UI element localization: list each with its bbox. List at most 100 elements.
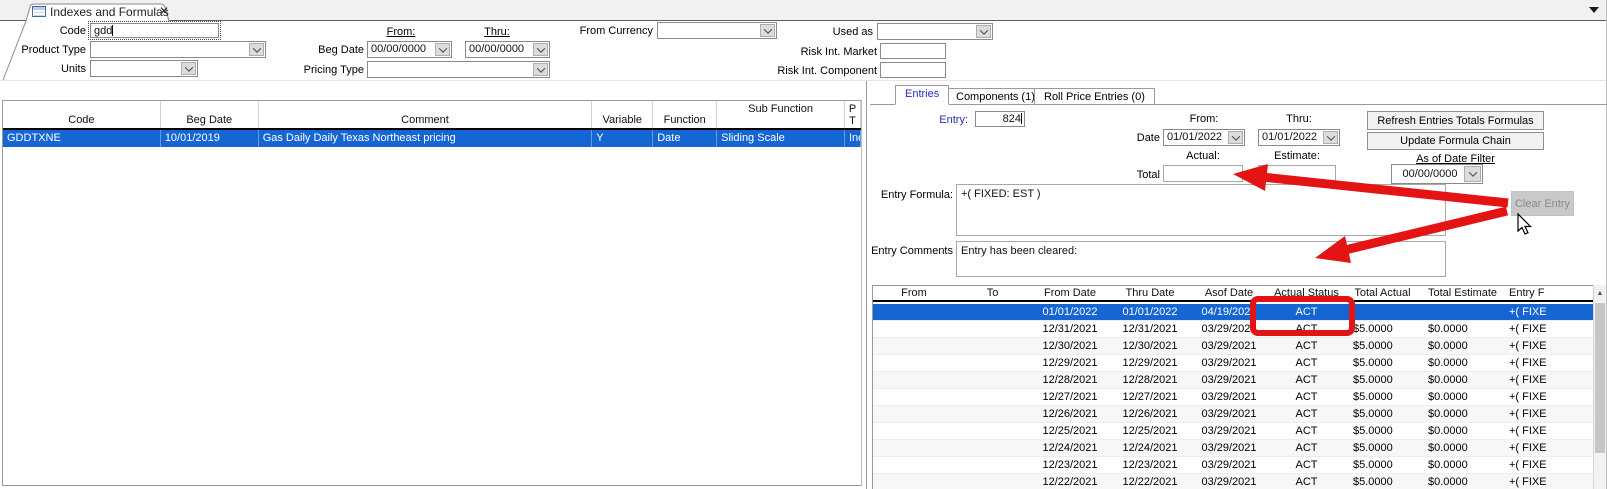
entries-table-row[interactable]: 12/22/202112/22/202103/29/2021ACT$5.0000… <box>873 474 1593 489</box>
cell-actual_status[interactable]: ACT <box>1268 338 1345 354</box>
cell-asof_date[interactable]: 03/29/2021 <box>1190 440 1268 456</box>
cell-actual_status[interactable]: ACT <box>1268 457 1345 473</box>
column-header[interactable]: From <box>873 286 955 300</box>
chevron-down-icon[interactable] <box>760 24 775 37</box>
column-header[interactable]: From Date <box>1030 286 1110 300</box>
cell-entry_formula[interactable]: +( FIXE <box>1505 338 1593 354</box>
cell-from[interactable] <box>873 474 955 489</box>
clear-entry-button[interactable]: Clear Entry <box>1511 191 1574 216</box>
chevron-down-icon[interactable] <box>533 63 548 76</box>
cell-total_estimate[interactable]: $0.0000 <box>1420 372 1505 388</box>
cell-from_date[interactable]: 12/28/2021 <box>1030 372 1110 388</box>
cell-thru_date[interactable]: 12/31/2021 <box>1110 321 1190 337</box>
cell-entry_formula[interactable]: +( FIXE <box>1505 372 1593 388</box>
column-header[interactable]: To <box>955 286 1030 300</box>
cell-to[interactable] <box>955 406 1030 422</box>
cell-total_actual[interactable]: $5.0000 <box>1345 372 1420 388</box>
cell-comment[interactable]: Gas Daily Daily Texas Northeast pricing <box>259 130 593 147</box>
cell-to[interactable] <box>955 304 1030 320</box>
cell-total_estimate[interactable]: $0.0000 <box>1420 474 1505 489</box>
cell-code[interactable]: GDDTXNE <box>3 130 161 147</box>
cell-from[interactable] <box>873 355 955 371</box>
used-as-select[interactable] <box>877 23 993 40</box>
cell-to[interactable] <box>955 389 1030 405</box>
cell-thru_date[interactable]: 12/25/2021 <box>1110 423 1190 439</box>
cell-asof_date[interactable]: 03/29/2021 <box>1190 423 1268 439</box>
scroll-up-icon[interactable]: ▲ <box>1594 285 1606 301</box>
cell-thru_date[interactable]: 12/29/2021 <box>1110 355 1190 371</box>
cell-total_actual[interactable]: $5.0000 <box>1345 389 1420 405</box>
cell-total_estimate[interactable]: $0.0000 <box>1420 457 1505 473</box>
risk-int-market-input[interactable] <box>880 43 946 59</box>
chevron-down-icon[interactable] <box>976 25 991 38</box>
cell-asof_date[interactable]: 03/29/2021 <box>1190 321 1268 337</box>
column-header[interactable]: Code <box>3 101 161 128</box>
cell-total_actual[interactable] <box>1345 304 1420 320</box>
cell-asof_date[interactable]: 03/29/2021 <box>1190 474 1268 489</box>
asof-date-filter-select[interactable]: 00/00/0000 <box>1391 164 1483 184</box>
cell-thru_date[interactable]: 01/01/2022 <box>1110 304 1190 320</box>
index-table-row[interactable]: GDDTXNE10/01/2019Gas Daily Daily Texas N… <box>3 130 861 147</box>
cell-thru_date[interactable]: 12/30/2021 <box>1110 338 1190 354</box>
cell-from_date[interactable]: 12/30/2021 <box>1030 338 1110 354</box>
entry-date-from-select[interactable]: 01/01/2022 <box>1163 129 1245 146</box>
cell-sub_function[interactable]: Sliding Scale <box>717 130 845 147</box>
cell-asof_date[interactable]: 04/19/2021 <box>1190 304 1268 320</box>
cell-from_date[interactable]: 12/31/2021 <box>1030 321 1110 337</box>
cell-total_estimate[interactable]: $0.0000 <box>1420 440 1505 456</box>
cell-from_date[interactable]: 12/23/2021 <box>1030 457 1110 473</box>
cell-total_actual[interactable]: $5.0000 <box>1345 338 1420 354</box>
units-select[interactable] <box>90 60 198 77</box>
beg-date-thru-select[interactable]: 00/00/0000 <box>465 41 550 58</box>
cell-total_actual[interactable]: $5.0000 <box>1345 457 1420 473</box>
cell-thru_date[interactable]: 12/26/2021 <box>1110 406 1190 422</box>
entries-table-row[interactable]: 12/31/202112/31/202103/29/2021ACT$5.0000… <box>873 321 1593 338</box>
cell-actual_status[interactable]: ACT <box>1268 389 1345 405</box>
cell-from_date[interactable]: 12/22/2021 <box>1030 474 1110 489</box>
cell-to[interactable] <box>955 474 1030 489</box>
cell-actual_status[interactable]: ACT <box>1268 321 1345 337</box>
cell-thru_date[interactable]: 12/23/2021 <box>1110 457 1190 473</box>
update-formula-chain-button[interactable]: Update Formula Chain <box>1367 132 1544 150</box>
entry-formula-textarea[interactable]: +( FIXED: EST ) <box>956 184 1446 236</box>
cell-from[interactable] <box>873 304 955 320</box>
cell-total_estimate[interactable]: $0.0000 <box>1420 338 1505 354</box>
cell-entry_formula[interactable]: +( FIXE <box>1505 457 1593 473</box>
entries-table-row[interactable]: 12/30/202112/30/202103/29/2021ACT$5.0000… <box>873 338 1593 355</box>
from-currency-select[interactable] <box>657 22 777 39</box>
cell-actual_status[interactable]: ACT <box>1268 304 1345 320</box>
cell-total_actual[interactable]: $5.0000 <box>1345 321 1420 337</box>
tab-title[interactable]: Indexes and Formulas <box>50 5 162 19</box>
cell-to[interactable] <box>955 372 1030 388</box>
entry-date-thru-select[interactable]: 01/01/2022 <box>1258 129 1340 146</box>
cell-from_date[interactable]: 12/24/2021 <box>1030 440 1110 456</box>
cell-actual_status[interactable]: ACT <box>1268 355 1345 371</box>
cell-from[interactable] <box>873 321 955 337</box>
cell-from[interactable] <box>873 338 955 354</box>
cell-to[interactable] <box>955 338 1030 354</box>
vertical-scrollbar[interactable]: ▲ <box>1593 285 1606 489</box>
scrollbar-thumb[interactable] <box>1595 303 1605 453</box>
entries-table-row[interactable]: 12/24/202112/24/202103/29/2021ACT$5.0000… <box>873 440 1593 457</box>
cell-thru_date[interactable]: 12/28/2021 <box>1110 372 1190 388</box>
column-header[interactable]: P T <box>845 101 861 128</box>
entries-table-row[interactable]: 12/27/202112/27/202103/29/2021ACT$5.0000… <box>873 389 1593 406</box>
chevron-down-icon[interactable] <box>1323 131 1338 144</box>
cell-from[interactable] <box>873 423 955 439</box>
entries-table-row[interactable]: 12/23/202112/23/202103/29/2021ACT$5.0000… <box>873 457 1593 474</box>
chevron-down-icon[interactable] <box>249 43 264 56</box>
cell-total_actual[interactable]: $5.0000 <box>1345 355 1420 371</box>
cell-entry_formula[interactable]: +( FIXE <box>1505 321 1593 337</box>
cell-from[interactable] <box>873 389 955 405</box>
cell-from[interactable] <box>873 440 955 456</box>
beg-date-from-select[interactable]: 00/00/0000 <box>367 41 452 58</box>
column-header[interactable]: Total Estimate <box>1420 286 1505 300</box>
cell-from_date[interactable]: 12/27/2021 <box>1030 389 1110 405</box>
cell-actual_status[interactable]: ACT <box>1268 372 1345 388</box>
cell-from[interactable] <box>873 406 955 422</box>
cell-total_estimate[interactable]: $0.0000 <box>1420 406 1505 422</box>
column-header[interactable]: Total Actual <box>1345 286 1420 300</box>
cell-from_date[interactable]: 12/25/2021 <box>1030 423 1110 439</box>
cell-actual_status[interactable]: ACT <box>1268 474 1345 489</box>
column-header[interactable]: Beg Date <box>161 101 259 128</box>
